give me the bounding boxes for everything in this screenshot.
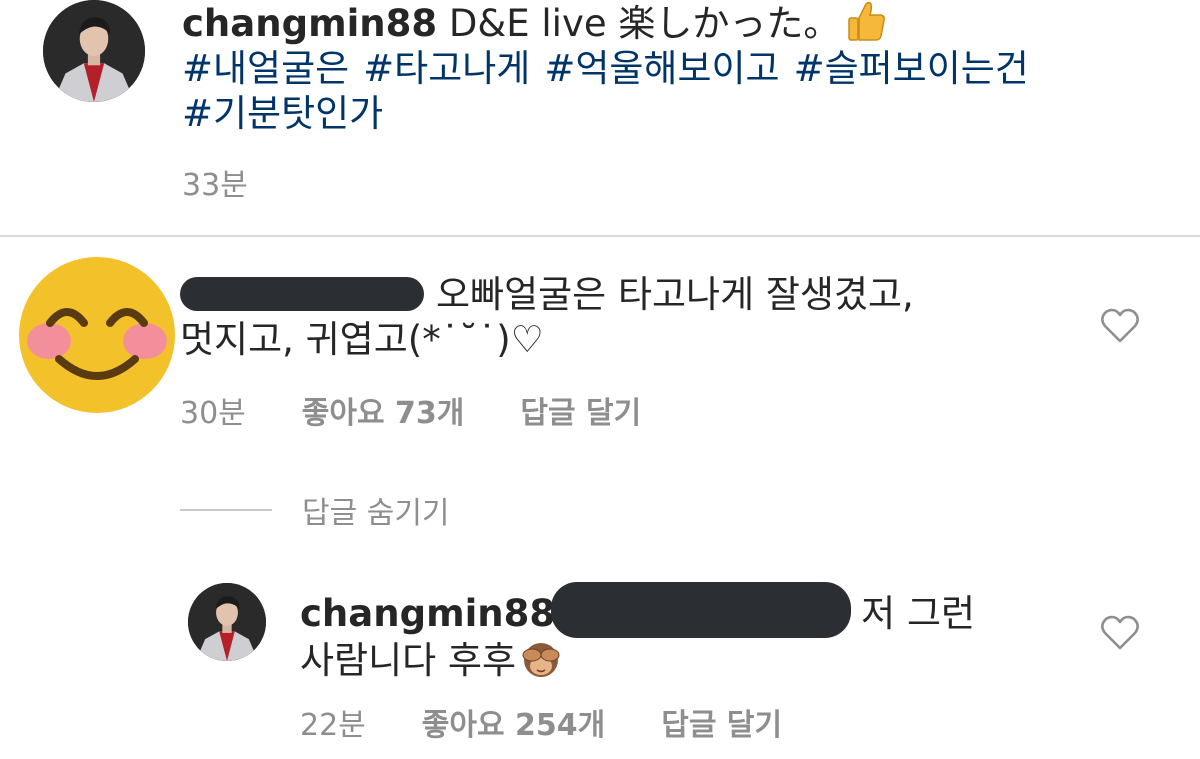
comment-text-line: 멋지고, 귀엽고(*˙˘˙)♡ <box>180 318 544 361</box>
reply-text-line: 사람니다 후후 <box>300 639 517 682</box>
reply-avatar[interactable] <box>188 583 266 661</box>
heart-outline-icon[interactable] <box>1100 308 1140 344</box>
reply-text: changmin88 저 그런 사람니다 후후 <box>300 582 1060 683</box>
caption: changmin88 D&E live 楽しかった。 #내얼굴은 #타고나게 #억울… <box>182 0 1172 136</box>
caption-username[interactable]: changmin88 <box>182 2 437 45</box>
thumbs-up-icon <box>848 1 886 41</box>
hashtag-link[interactable]: #내얼굴은 <box>182 47 349 90</box>
hashtag-link[interactable]: #슬퍼보이는건 <box>794 47 1029 90</box>
likes-count-link[interactable]: 좋아요 73개 <box>302 388 465 432</box>
comment-text: 오빠얼굴은 타고나게 잘생겼고, 멋지고, 귀엽고(*˙˘˙)♡ <box>180 272 1060 362</box>
hashtag-link[interactable]: #억울해보이고 <box>544 47 779 90</box>
redacted-username <box>180 276 424 311</box>
hashtag-link[interactable]: #타고나게 <box>363 47 530 90</box>
profile-photo <box>188 583 266 661</box>
caption-text: D&E live 楽しかった。 <box>448 2 841 45</box>
see-no-evil-monkey-icon <box>522 643 560 677</box>
reply-button[interactable]: 답글 달기 <box>661 700 782 744</box>
comment-text-line: 오빠얼굴은 타고나게 잘생겼고, <box>436 273 914 316</box>
divider <box>0 235 1200 237</box>
smiling-face-emoji-avatar[interactable] <box>17 255 177 415</box>
caption-timestamp: 33분 <box>182 168 248 203</box>
profile-photo <box>43 0 145 102</box>
comment-meta: 30분 좋아요 73개 답글 달기 <box>180 388 641 432</box>
hashtag-link[interactable]: #기분탓인가 <box>182 92 383 135</box>
reply-timestamp: 22분 <box>300 708 366 743</box>
reply-meta: 22분 좋아요 254개 답글 달기 <box>300 700 782 744</box>
redacted-mention <box>551 582 852 638</box>
hide-replies-button[interactable]: 답글 숨기기 <box>180 488 450 532</box>
reply-text-line: 저 그런 <box>861 592 976 635</box>
profile-avatar[interactable] <box>43 0 145 102</box>
reply-username[interactable]: changmin88 <box>300 592 555 635</box>
heart-outline-icon[interactable] <box>1100 615 1140 651</box>
comment-timestamp: 30분 <box>180 396 246 431</box>
reply-button[interactable]: 답글 달기 <box>520 388 641 432</box>
likes-count-link[interactable]: 좋아요 254개 <box>422 700 605 744</box>
replies-line <box>180 509 272 511</box>
hide-replies-label: 답글 숨기기 <box>302 496 450 531</box>
